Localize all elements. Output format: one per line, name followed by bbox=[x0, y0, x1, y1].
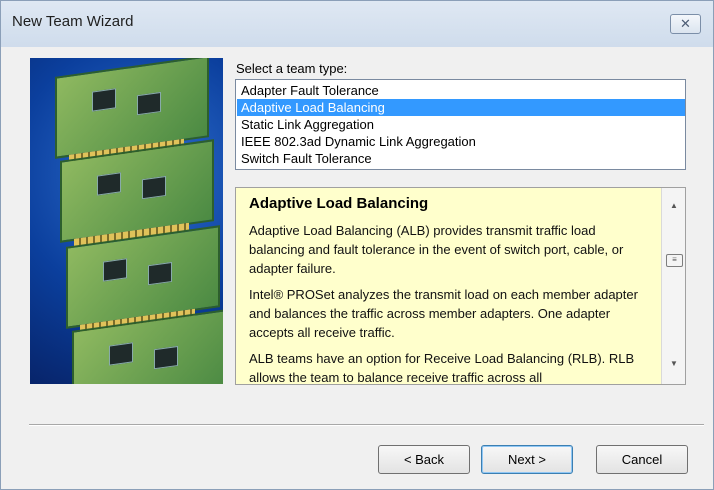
team-type-item[interactable]: IEEE 802.3ad Dynamic Link Aggregation bbox=[237, 133, 685, 150]
team-type-item[interactable]: Adapter Fault Tolerance bbox=[237, 82, 685, 99]
description-paragraph: ALB teams have an option for Receive Loa… bbox=[249, 351, 635, 385]
team-type-prompt: Select a team type: bbox=[236, 61, 348, 76]
team-type-item-selected[interactable]: Adaptive Load Balancing bbox=[237, 99, 685, 116]
button-separator bbox=[29, 424, 704, 426]
description-paragraph: Adaptive Load Balancing (ALB) provides t… bbox=[249, 223, 624, 276]
new-team-wizard-window: New Team Wizard ✕ Select a team type: Ad… bbox=[0, 0, 714, 490]
description-paragraph: Intel® PROSet analyzes the transmit load… bbox=[249, 287, 638, 340]
title-bar: New Team Wizard ✕ bbox=[1, 1, 713, 47]
scroll-down-icon[interactable]: ▼ bbox=[662, 354, 685, 374]
window-title: New Team Wizard bbox=[12, 13, 134, 30]
team-type-item[interactable]: Switch Fault Tolerance bbox=[237, 150, 685, 167]
back-button[interactable]: < Back bbox=[378, 445, 470, 474]
scroll-up-icon[interactable]: ▲ bbox=[662, 196, 685, 216]
team-description-panel: Adaptive Load Balancing Adaptive Load Ba… bbox=[235, 187, 686, 385]
close-icon: ✕ bbox=[680, 16, 691, 31]
close-button[interactable]: ✕ bbox=[670, 14, 701, 34]
cancel-button[interactable]: Cancel bbox=[596, 445, 688, 474]
next-button[interactable]: Next > bbox=[481, 445, 573, 474]
team-type-item[interactable]: Static Link Aggregation bbox=[237, 116, 685, 133]
team-type-list[interactable]: Adapter Fault Tolerance Adaptive Load Ba… bbox=[235, 79, 686, 170]
description-scrollbar[interactable]: ▲ ≡ ▼ bbox=[661, 188, 685, 384]
network-adapters-image bbox=[30, 58, 223, 384]
scroll-thumb[interactable]: ≡ bbox=[666, 254, 683, 267]
description-title: Adaptive Load Balancing bbox=[249, 195, 429, 212]
